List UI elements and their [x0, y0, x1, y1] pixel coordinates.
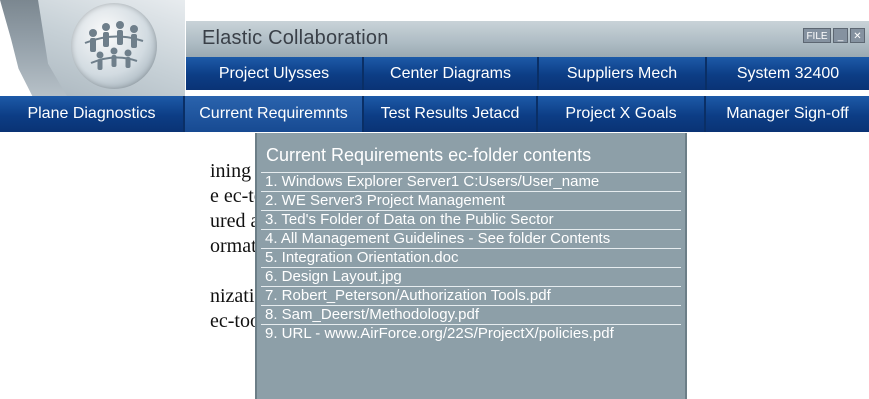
folder-item[interactable]: 6. Design Layout.jpg [261, 267, 681, 286]
folder-item[interactable]: 9. URL - www.AirForce.org/22S/ProjectX/p… [261, 324, 681, 343]
folder-item[interactable]: 3. Ted's Folder of Data on the Public Se… [261, 210, 681, 229]
toolbar-row-2: Plane Diagnostics Current Requiremnts Te… [0, 96, 869, 132]
toolbar-button-center-diagrams[interactable]: Center Diagrams [364, 57, 539, 90]
toolbar-button-system-32400[interactable]: System 32400 [707, 57, 869, 90]
folder-item[interactable]: 5. Integration Orientation.doc [261, 248, 681, 267]
toolbar-row-1: Project Ulysses Center Diagrams Supplier… [186, 57, 869, 90]
dropdown-header-folder-name: Current Requirements [266, 145, 444, 165]
toolbar-button-test-results-jetacd[interactable]: Test Results Jetacd [364, 96, 538, 132]
dropdown-header: Current Requirements ec-folder contents [266, 145, 591, 166]
title-bar: Elastic Collaboration FILE _ ✕ [186, 21, 869, 57]
close-icon[interactable]: ✕ [850, 28, 865, 43]
window-controls: FILE _ ✕ [803, 28, 865, 43]
dropdown-header-suffix: ec-folder contents [443, 145, 592, 165]
people-globe-icon [71, 3, 157, 89]
folder-item[interactable]: 1. Windows Explorer Server1 C:Users/User… [261, 172, 681, 191]
toolbar-button-suppliers-mech[interactable]: Suppliers Mech [539, 57, 707, 90]
folder-contents-dropdown: Current Requirements ec-folder contents … [255, 133, 687, 399]
ec-toolbar: Elastic Collaboration FILE _ ✕ Project U… [0, 0, 869, 132]
toolbar-button-project-ulysses[interactable]: Project Ulysses [186, 57, 364, 90]
toolbar-button-manager-sign-off[interactable]: Manager Sign-off [706, 96, 869, 132]
folder-item[interactable]: 2. WE Server3 Project Management [261, 191, 681, 210]
toolbar-button-plane-diagnostics[interactable]: Plane Diagnostics [0, 96, 185, 132]
app-title: Elastic Collaboration [202, 27, 389, 49]
file-button[interactable]: FILE [803, 28, 831, 43]
folder-item[interactable]: 4. All Management Guidelines - See folde… [261, 229, 681, 248]
folder-item[interactable]: 8. Sam_Deerst/Methodology.pdf [261, 305, 681, 324]
toolbar-button-project-x-goals[interactable]: Project X Goals [538, 96, 706, 132]
folder-item[interactable]: 7. Robert_Peterson/Authorization Tools.p… [261, 286, 681, 305]
minimize-icon[interactable]: _ [833, 28, 848, 43]
toolbar-button-current-requirements[interactable]: Current Requiremnts [185, 96, 364, 132]
